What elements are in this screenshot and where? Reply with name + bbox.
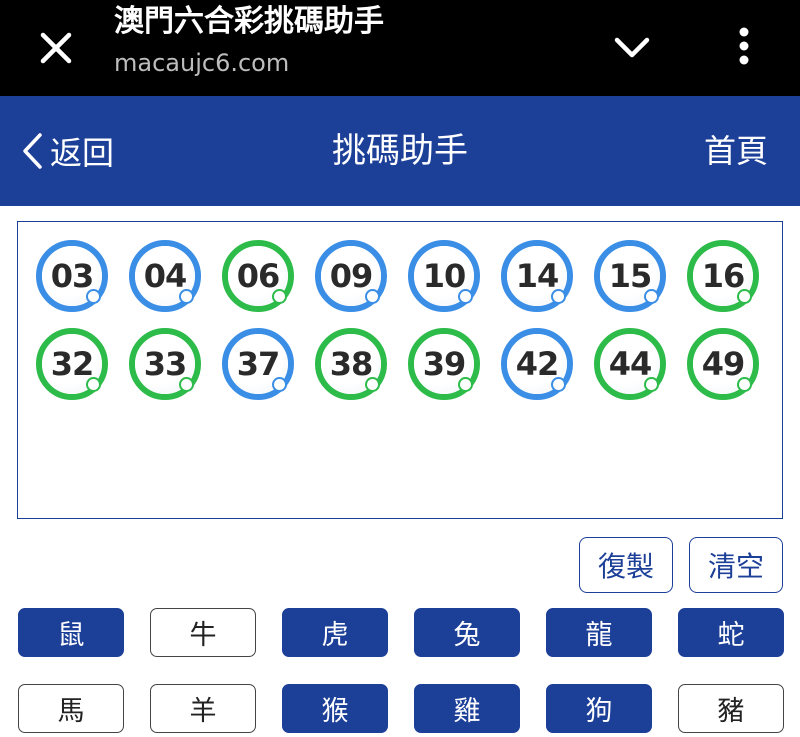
ball-grid: 03 04 06 09 10 14 15 16 32 33 37 38 39 42 44 49 [36, 240, 776, 400]
zodiac-button[interactable]: 猴 [282, 684, 388, 733]
zodiac-button[interactable]: 牛 [150, 608, 256, 657]
expand-button[interactable] [604, 20, 660, 76]
zodiac-button[interactable]: 雞 [414, 684, 520, 733]
number-ball[interactable]: 04 [129, 240, 201, 312]
chevron-down-icon [614, 37, 650, 58]
ball-number: 15 [608, 257, 653, 295]
ball-number: 44 [608, 345, 653, 383]
ball-number: 37 [236, 345, 281, 383]
back-label: 返回 [50, 134, 115, 172]
ball-number: 32 [50, 345, 95, 383]
ball-number: 04 [143, 257, 188, 295]
app-header: 返回 挑碼助手 首頁 [0, 96, 800, 206]
close-icon [40, 32, 72, 64]
number-ball[interactable]: 14 [501, 240, 573, 312]
back-button[interactable]: 返回 [20, 126, 114, 176]
ball-number: 03 [50, 257, 95, 295]
number-ball[interactable]: 37 [222, 328, 294, 400]
copy-button[interactable]: 復製 [579, 537, 673, 593]
ball-number: 38 [329, 345, 374, 383]
ball-number: 49 [701, 345, 746, 383]
number-ball[interactable]: 42 [501, 328, 573, 400]
zodiac-button[interactable]: 蛇 [678, 608, 784, 657]
number-ball[interactable]: 38 [315, 328, 387, 400]
zodiac-button[interactable]: 虎 [282, 608, 388, 657]
number-ball[interactable]: 03 [36, 240, 108, 312]
ball-number: 33 [143, 345, 188, 383]
home-button[interactable]: 首頁 [704, 126, 768, 176]
zodiac-button[interactable]: 狗 [546, 684, 652, 733]
ball-number: 10 [422, 257, 467, 295]
zodiac-button[interactable]: 鼠 [18, 608, 124, 657]
chevron-left-icon [23, 133, 42, 169]
number-ball[interactable]: 39 [408, 328, 480, 400]
number-ball[interactable]: 32 [36, 328, 108, 400]
number-ball[interactable]: 15 [594, 240, 666, 312]
close-button[interactable] [28, 20, 84, 76]
site-title: 澳門六合彩挑碼助手 [114, 4, 384, 39]
more-options-button[interactable] [716, 18, 772, 74]
zodiac-selector: 鼠牛虎兔龍蛇馬羊猴雞狗豬 [18, 608, 784, 733]
zodiac-button[interactable]: 兔 [414, 608, 520, 657]
number-ball[interactable]: 33 [129, 328, 201, 400]
number-ball[interactable]: 10 [408, 240, 480, 312]
zodiac-button[interactable]: 馬 [18, 684, 124, 733]
number-ball[interactable]: 16 [687, 240, 759, 312]
more-vertical-icon [739, 27, 749, 65]
number-ball[interactable]: 49 [687, 328, 759, 400]
clear-button[interactable]: 清空 [689, 537, 783, 593]
ball-number: 06 [236, 257, 281, 295]
selected-numbers-panel: 03 04 06 09 10 14 15 16 32 33 37 38 39 42 44 49 [17, 221, 783, 519]
number-ball[interactable]: 06 [222, 240, 294, 312]
number-ball[interactable]: 09 [315, 240, 387, 312]
site-url: macaujc6.com [114, 49, 290, 77]
ball-number: 09 [329, 257, 374, 295]
number-ball[interactable]: 44 [594, 328, 666, 400]
browser-bar: 澳門六合彩挑碼助手 macaujc6.com [0, 0, 800, 96]
zodiac-button[interactable]: 豬 [678, 684, 784, 733]
ball-number: 16 [701, 257, 746, 295]
page-title: 挑碼助手 [332, 131, 468, 171]
ball-number: 14 [515, 257, 560, 295]
ball-number: 42 [515, 345, 560, 383]
zodiac-button[interactable]: 龍 [546, 608, 652, 657]
ball-number: 39 [422, 345, 467, 383]
zodiac-button[interactable]: 羊 [150, 684, 256, 733]
